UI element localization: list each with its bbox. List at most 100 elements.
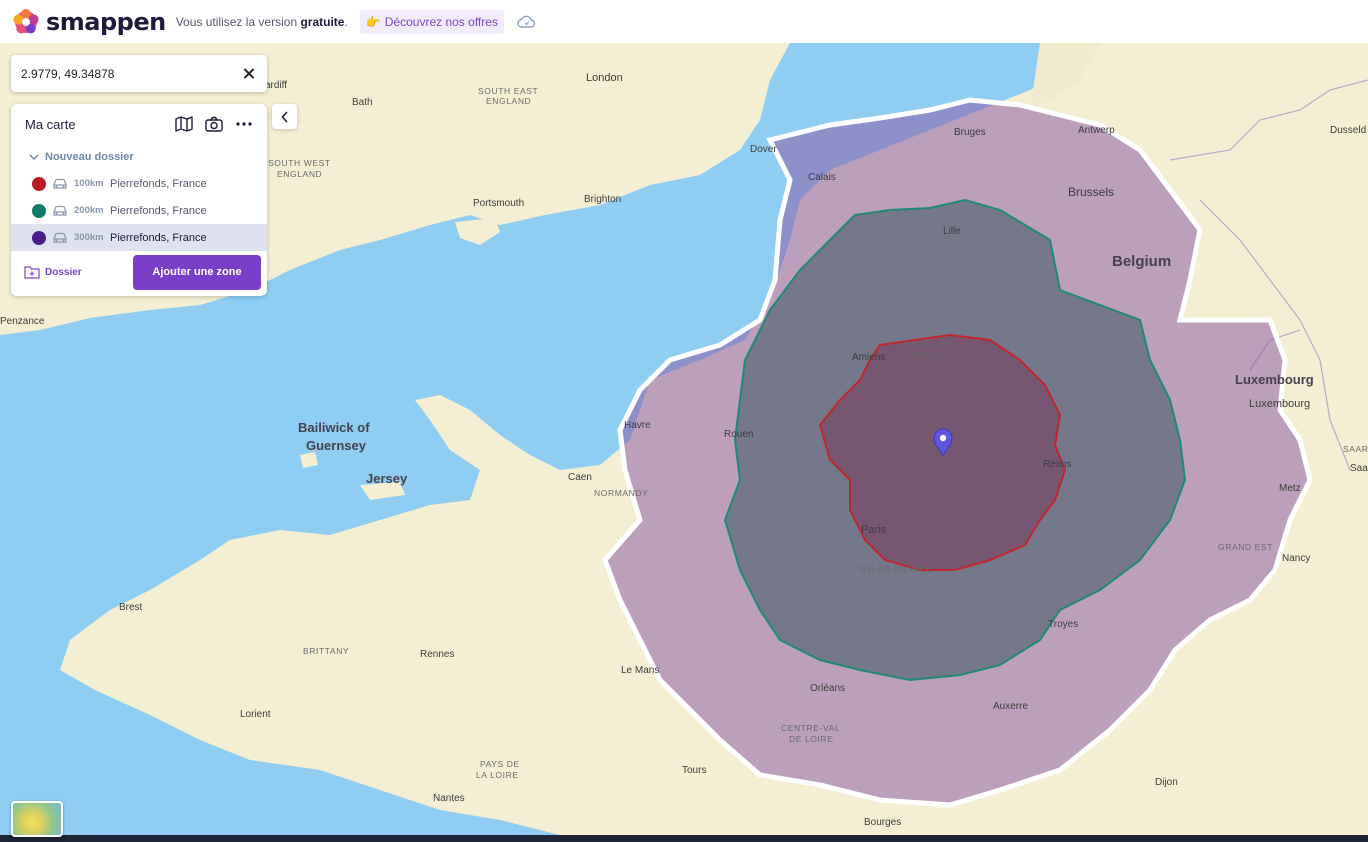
- label-south-west-england-2: ENGLAND: [277, 169, 322, 179]
- offers-button[interactable]: 👉 Découvrez nos offres: [359, 9, 504, 34]
- label-luxembourg-country: Luxembourg: [1235, 372, 1314, 387]
- label-luxembourg-city: Luxembourg: [1249, 398, 1310, 410]
- label-antwerp: Antwerp: [1078, 125, 1115, 136]
- label-caen: Caen: [568, 472, 592, 483]
- label-pays-de-la-loire: PAYS DE: [480, 759, 520, 769]
- clear-search-icon[interactable]: [241, 66, 257, 82]
- label-penzance: Penzance: [0, 316, 45, 327]
- zone-name: Pierrefonds, France: [110, 177, 207, 190]
- top-bar: smappen Vous utilisez la version gratuit…: [0, 0, 1368, 43]
- zone-name: Pierrefonds, France: [110, 204, 207, 217]
- panel-header: Ma carte: [11, 104, 267, 144]
- chevron-down-icon[interactable]: [29, 153, 39, 161]
- label-saar: SAAR: [1343, 444, 1368, 454]
- label-bruges: Bruges: [954, 127, 986, 138]
- zone-distance: 300km: [74, 232, 104, 243]
- folder-plus-icon: [24, 266, 40, 279]
- car-icon: [52, 232, 68, 244]
- label-london: London: [586, 72, 623, 84]
- label-metz: Metz: [1279, 483, 1301, 494]
- label-ile-de-france: ÎLE-DE-FRANCE: [859, 564, 933, 574]
- label-brussels: Brussels: [1068, 185, 1114, 199]
- coordinates-search-box[interactable]: [11, 55, 267, 92]
- version-plan: gratuite: [300, 14, 345, 29]
- label-south-east-england: SOUTH EAST: [478, 86, 538, 96]
- panel-header-icons: [175, 115, 253, 133]
- label-dijon: Dijon: [1155, 777, 1178, 788]
- pointing-hand-icon: 👉: [365, 14, 381, 29]
- version-prefix: Vous utilisez la version: [175, 14, 301, 29]
- label-grand-est: GRAND EST: [1218, 542, 1273, 552]
- label-brighton: Brighton: [584, 194, 621, 205]
- add-zone-button[interactable]: Ajouter une zone: [133, 254, 261, 290]
- zone-row-300km[interactable]: 300km Pierrefonds, France: [11, 224, 267, 251]
- version-suffix: .: [344, 14, 348, 29]
- zone-color-dot[interactable]: [32, 230, 46, 245]
- label-guernsey: Guernsey: [306, 438, 367, 453]
- label-nantes: Nantes: [433, 793, 465, 804]
- label-havre: Havre: [624, 420, 651, 431]
- car-icon: [52, 205, 68, 217]
- panel-title: Ma carte: [25, 116, 76, 132]
- add-folder-label: Dossier: [45, 266, 82, 278]
- label-hauts-de-france-2: FRANCE: [910, 350, 949, 360]
- map-view-icon[interactable]: [175, 115, 193, 133]
- label-hauts-de-france: HAUTS-DE-: [904, 339, 956, 349]
- label-lorient: Lorient: [240, 709, 271, 720]
- add-folder-button[interactable]: Dossier: [24, 265, 133, 279]
- bottom-strip: [0, 835, 1368, 842]
- collapse-panel-button[interactable]: [272, 104, 297, 129]
- label-reims: Reims: [1043, 459, 1071, 470]
- label-calais: Calais: [808, 172, 836, 183]
- label-dover: Dover: [750, 144, 777, 155]
- label-portsmouth: Portsmouth: [473, 198, 524, 209]
- label-paris: Paris: [861, 524, 887, 536]
- camera-icon[interactable]: [205, 115, 223, 133]
- coordinates-input[interactable]: [21, 66, 241, 81]
- label-bailiwick: Bailiwick of: [298, 420, 370, 435]
- label-saar-2: Saa: [1350, 463, 1368, 474]
- folder-nouveau-dossier[interactable]: Nouveau dossier: [11, 144, 267, 170]
- label-cardiff: ardiff: [265, 80, 287, 91]
- label-nancy: Nancy: [1282, 553, 1310, 564]
- zone-distance: 200km: [74, 205, 104, 216]
- label-troyes: Troyes: [1048, 619, 1078, 630]
- label-bourges: Bourges: [864, 817, 901, 828]
- brand-logo[interactable]: smappen: [12, 8, 166, 36]
- label-pays-de-la-loire-2: LA LOIRE: [476, 770, 519, 780]
- label-centre-val-de-loire-2: DE LOIRE: [789, 734, 833, 744]
- zone-distance: 100km: [74, 178, 104, 189]
- label-rennes: Rennes: [420, 649, 454, 660]
- my-map-panel: Ma carte Nouveau dossier 100km Pierrefon…: [11, 104, 267, 296]
- car-icon: [52, 178, 68, 190]
- more-options-icon[interactable]: [235, 115, 253, 133]
- label-brest: Brest: [119, 602, 143, 613]
- brand-name: smappen: [46, 7, 166, 36]
- label-rouen: Rouen: [724, 429, 753, 440]
- label-jersey: Jersey: [366, 471, 408, 486]
- label-brittany: BRITTANY: [303, 646, 349, 656]
- label-belgium: Belgium: [1112, 253, 1171, 270]
- smappen-logo-icon: [13, 8, 39, 33]
- label-lille: Lille: [943, 226, 961, 237]
- zone-name: Pierrefonds, France: [110, 231, 207, 244]
- version-notice: Vous utilisez la version gratuite.: [176, 15, 348, 29]
- zone-row-100km[interactable]: 100km Pierrefonds, France: [11, 170, 267, 197]
- offers-label: Découvrez nos offres: [384, 14, 498, 29]
- zone-row-200km[interactable]: 200km Pierrefonds, France: [11, 197, 267, 224]
- label-centre-val-de-loire: CENTRE-VAL: [781, 723, 840, 733]
- label-orleans: Orléans: [810, 683, 845, 694]
- map-layer-switcher[interactable]: [11, 801, 63, 837]
- panel-footer: Dossier Ajouter une zone: [11, 248, 267, 296]
- label-bath: Bath: [352, 97, 373, 108]
- label-normandy: NORMANDY: [594, 488, 648, 498]
- label-south-east-england-2: ENGLAND: [486, 96, 531, 106]
- zone-color-dot[interactable]: [32, 176, 46, 191]
- label-dusseldorf: Dusseld: [1330, 125, 1366, 136]
- label-le-mans: Le Mans: [621, 665, 659, 676]
- chevron-left-icon: [280, 110, 288, 123]
- zone-color-dot[interactable]: [32, 203, 46, 218]
- cloud-sync-icon[interactable]: [516, 14, 536, 30]
- label-south-west-england: SOUTH WEST: [268, 158, 331, 168]
- label-tours: Tours: [682, 765, 706, 776]
